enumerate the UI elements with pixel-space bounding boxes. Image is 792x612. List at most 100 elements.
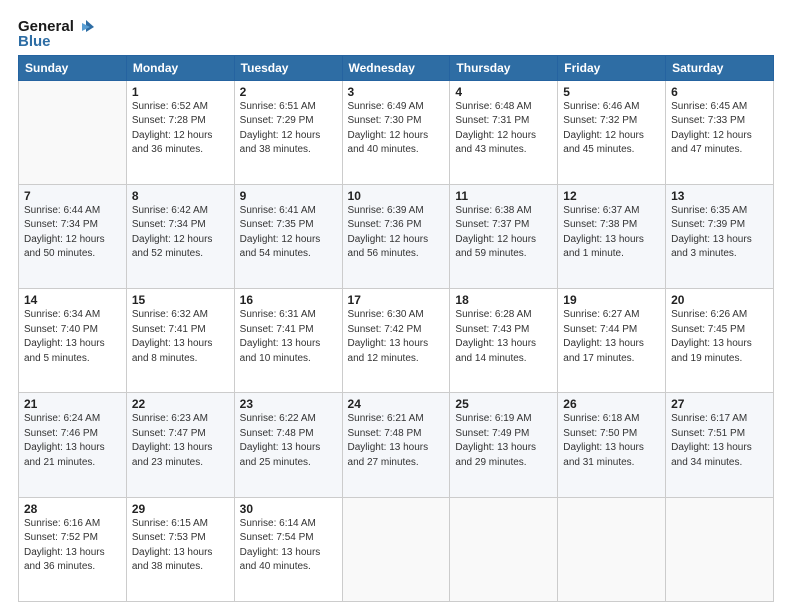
calendar-cell: 9Sunrise: 6:41 AMSunset: 7:35 PMDaylight…: [234, 184, 342, 288]
calendar-header-row: SundayMondayTuesdayWednesdayThursdayFrid…: [19, 55, 774, 80]
calendar-cell: 27Sunrise: 6:17 AMSunset: 7:51 PMDayligh…: [666, 393, 774, 497]
logo: General Blue: [18, 18, 94, 51]
calendar-table: SundayMondayTuesdayWednesdayThursdayFrid…: [18, 55, 774, 603]
day-info: Sunrise: 6:31 AMSunset: 7:41 PMDaylight:…: [240, 308, 337, 366]
calendar-cell: [19, 80, 127, 184]
day-info: Sunrise: 6:24 AMSunset: 7:46 PMDaylight:…: [24, 412, 121, 470]
day-number: 17: [348, 293, 445, 307]
day-number: 9: [240, 189, 337, 203]
calendar-cell: 22Sunrise: 6:23 AMSunset: 7:47 PMDayligh…: [126, 393, 234, 497]
day-info: Sunrise: 6:52 AMSunset: 7:28 PMDaylight:…: [132, 100, 229, 158]
day-info: Sunrise: 6:39 AMSunset: 7:36 PMDaylight:…: [348, 204, 445, 262]
day-number: 11: [455, 189, 552, 203]
day-info: Sunrise: 6:17 AMSunset: 7:51 PMDaylight:…: [671, 412, 768, 470]
day-info: Sunrise: 6:18 AMSunset: 7:50 PMDaylight:…: [563, 412, 660, 470]
day-number: 22: [132, 397, 229, 411]
day-number: 14: [24, 293, 121, 307]
day-number: 7: [24, 189, 121, 203]
logo-bird-icon: [76, 18, 94, 36]
day-info: Sunrise: 6:15 AMSunset: 7:53 PMDaylight:…: [132, 517, 229, 575]
calendar-cell: [450, 497, 558, 601]
calendar-week-row: 28Sunrise: 6:16 AMSunset: 7:52 PMDayligh…: [19, 497, 774, 601]
day-number: 27: [671, 397, 768, 411]
day-info: Sunrise: 6:45 AMSunset: 7:33 PMDaylight:…: [671, 100, 768, 158]
calendar-cell: 23Sunrise: 6:22 AMSunset: 7:48 PMDayligh…: [234, 393, 342, 497]
day-info: Sunrise: 6:27 AMSunset: 7:44 PMDaylight:…: [563, 308, 660, 366]
day-info: Sunrise: 6:22 AMSunset: 7:48 PMDaylight:…: [240, 412, 337, 470]
calendar-cell: 3Sunrise: 6:49 AMSunset: 7:30 PMDaylight…: [342, 80, 450, 184]
calendar-cell: 21Sunrise: 6:24 AMSunset: 7:46 PMDayligh…: [19, 393, 127, 497]
calendar-cell: 16Sunrise: 6:31 AMSunset: 7:41 PMDayligh…: [234, 289, 342, 393]
logo-blue-text: Blue: [18, 34, 51, 51]
day-number: 10: [348, 189, 445, 203]
calendar-cell: 13Sunrise: 6:35 AMSunset: 7:39 PMDayligh…: [666, 184, 774, 288]
day-number: 3: [348, 85, 445, 99]
calendar-week-row: 14Sunrise: 6:34 AMSunset: 7:40 PMDayligh…: [19, 289, 774, 393]
day-number: 26: [563, 397, 660, 411]
calendar-cell: 11Sunrise: 6:38 AMSunset: 7:37 PMDayligh…: [450, 184, 558, 288]
calendar-header-tuesday: Tuesday: [234, 55, 342, 80]
day-info: Sunrise: 6:26 AMSunset: 7:45 PMDaylight:…: [671, 308, 768, 366]
day-number: 13: [671, 189, 768, 203]
calendar-header-wednesday: Wednesday: [342, 55, 450, 80]
calendar-cell: 14Sunrise: 6:34 AMSunset: 7:40 PMDayligh…: [19, 289, 127, 393]
calendar-cell: 2Sunrise: 6:51 AMSunset: 7:29 PMDaylight…: [234, 80, 342, 184]
day-info: Sunrise: 6:41 AMSunset: 7:35 PMDaylight:…: [240, 204, 337, 262]
calendar-cell: 7Sunrise: 6:44 AMSunset: 7:34 PMDaylight…: [19, 184, 127, 288]
day-info: Sunrise: 6:37 AMSunset: 7:38 PMDaylight:…: [563, 204, 660, 262]
day-number: 5: [563, 85, 660, 99]
day-number: 20: [671, 293, 768, 307]
page: General Blue SundayMondayTuesdayWednesda…: [0, 0, 792, 612]
calendar-cell: 5Sunrise: 6:46 AMSunset: 7:32 PMDaylight…: [558, 80, 666, 184]
day-number: 6: [671, 85, 768, 99]
day-number: 2: [240, 85, 337, 99]
calendar-cell: 25Sunrise: 6:19 AMSunset: 7:49 PMDayligh…: [450, 393, 558, 497]
day-info: Sunrise: 6:23 AMSunset: 7:47 PMDaylight:…: [132, 412, 229, 470]
day-number: 12: [563, 189, 660, 203]
calendar-cell: 1Sunrise: 6:52 AMSunset: 7:28 PMDaylight…: [126, 80, 234, 184]
day-number: 19: [563, 293, 660, 307]
day-number: 1: [132, 85, 229, 99]
day-number: 18: [455, 293, 552, 307]
day-number: 25: [455, 397, 552, 411]
calendar-week-row: 21Sunrise: 6:24 AMSunset: 7:46 PMDayligh…: [19, 393, 774, 497]
calendar-cell: 6Sunrise: 6:45 AMSunset: 7:33 PMDaylight…: [666, 80, 774, 184]
calendar-cell: 4Sunrise: 6:48 AMSunset: 7:31 PMDaylight…: [450, 80, 558, 184]
day-info: Sunrise: 6:21 AMSunset: 7:48 PMDaylight:…: [348, 412, 445, 470]
day-number: 29: [132, 502, 229, 516]
calendar-cell: 15Sunrise: 6:32 AMSunset: 7:41 PMDayligh…: [126, 289, 234, 393]
day-info: Sunrise: 6:48 AMSunset: 7:31 PMDaylight:…: [455, 100, 552, 158]
calendar-header-monday: Monday: [126, 55, 234, 80]
calendar-cell: 30Sunrise: 6:14 AMSunset: 7:54 PMDayligh…: [234, 497, 342, 601]
calendar-header-sunday: Sunday: [19, 55, 127, 80]
calendar-cell: [558, 497, 666, 601]
day-info: Sunrise: 6:34 AMSunset: 7:40 PMDaylight:…: [24, 308, 121, 366]
day-number: 24: [348, 397, 445, 411]
day-info: Sunrise: 6:14 AMSunset: 7:54 PMDaylight:…: [240, 517, 337, 575]
day-info: Sunrise: 6:35 AMSunset: 7:39 PMDaylight:…: [671, 204, 768, 262]
calendar-cell: 20Sunrise: 6:26 AMSunset: 7:45 PMDayligh…: [666, 289, 774, 393]
calendar-cell: 19Sunrise: 6:27 AMSunset: 7:44 PMDayligh…: [558, 289, 666, 393]
day-info: Sunrise: 6:46 AMSunset: 7:32 PMDaylight:…: [563, 100, 660, 158]
day-info: Sunrise: 6:42 AMSunset: 7:34 PMDaylight:…: [132, 204, 229, 262]
day-info: Sunrise: 6:44 AMSunset: 7:34 PMDaylight:…: [24, 204, 121, 262]
calendar-header-friday: Friday: [558, 55, 666, 80]
day-info: Sunrise: 6:32 AMSunset: 7:41 PMDaylight:…: [132, 308, 229, 366]
calendar-cell: 24Sunrise: 6:21 AMSunset: 7:48 PMDayligh…: [342, 393, 450, 497]
day-number: 16: [240, 293, 337, 307]
calendar-cell: 8Sunrise: 6:42 AMSunset: 7:34 PMDaylight…: [126, 184, 234, 288]
calendar-week-row: 7Sunrise: 6:44 AMSunset: 7:34 PMDaylight…: [19, 184, 774, 288]
calendar-header-thursday: Thursday: [450, 55, 558, 80]
calendar-cell: 17Sunrise: 6:30 AMSunset: 7:42 PMDayligh…: [342, 289, 450, 393]
calendar-cell: 28Sunrise: 6:16 AMSunset: 7:52 PMDayligh…: [19, 497, 127, 601]
day-info: Sunrise: 6:51 AMSunset: 7:29 PMDaylight:…: [240, 100, 337, 158]
day-number: 30: [240, 502, 337, 516]
calendar-header-saturday: Saturday: [666, 55, 774, 80]
day-info: Sunrise: 6:16 AMSunset: 7:52 PMDaylight:…: [24, 517, 121, 575]
calendar-cell: [342, 497, 450, 601]
day-number: 23: [240, 397, 337, 411]
calendar-week-row: 1Sunrise: 6:52 AMSunset: 7:28 PMDaylight…: [19, 80, 774, 184]
day-number: 21: [24, 397, 121, 411]
day-info: Sunrise: 6:19 AMSunset: 7:49 PMDaylight:…: [455, 412, 552, 470]
day-info: Sunrise: 6:28 AMSunset: 7:43 PMDaylight:…: [455, 308, 552, 366]
